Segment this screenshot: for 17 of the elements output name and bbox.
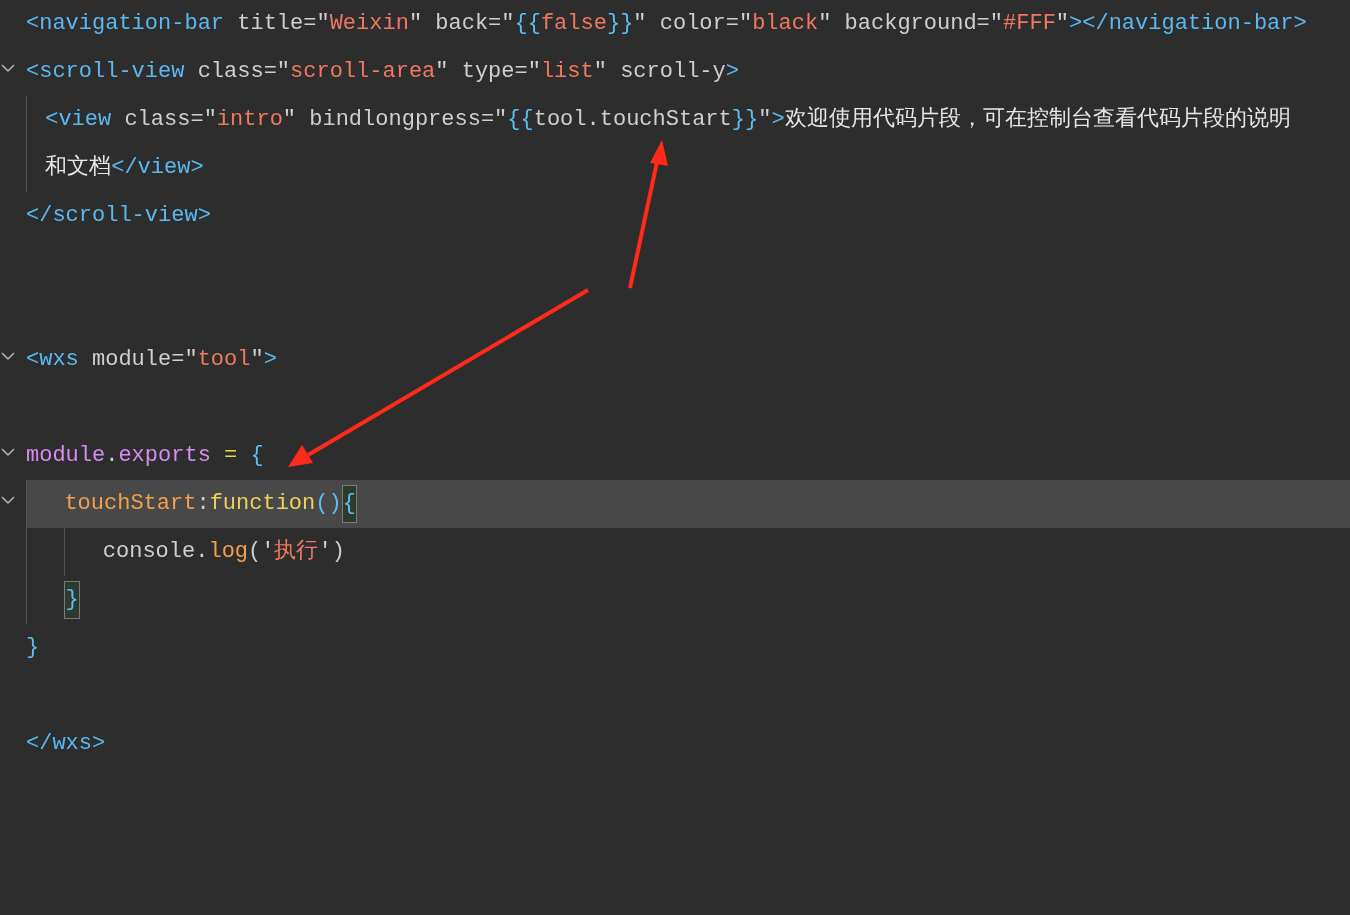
- chevron-down-icon[interactable]: [1, 63, 15, 73]
- matched-bracket: {: [341, 485, 357, 523]
- code-line: module.exports = {: [26, 442, 264, 470]
- matched-bracket: }: [64, 581, 80, 619]
- code-line: <view class="intro" bindlongpress="{{tool.touchStart}}">欢迎使用代码片段，可在控制台查看代码片段的说明: [45, 105, 1291, 134]
- code-line: }: [26, 634, 40, 662]
- code-line: touchStart:function(): [64, 490, 342, 518]
- code-line: <navigation-bar title="Weixin" back="{{false}}" color="black" background="#FFF"></navigation-bar>: [26, 10, 1307, 38]
- code-line: </scroll-view>: [26, 202, 211, 230]
- code-line: <scroll-view class="scroll-area" type="list" scroll-y>: [26, 58, 739, 86]
- chevron-down-icon[interactable]: [1, 351, 15, 361]
- chevron-down-icon[interactable]: [1, 447, 15, 457]
- code-line: </wxs>: [26, 730, 106, 758]
- chevron-down-icon[interactable]: [1, 495, 15, 505]
- code-line: 和文档</view>: [45, 153, 204, 182]
- code-line: console.log('执行'): [102, 538, 345, 566]
- code-line: <wxs module="tool">: [26, 346, 277, 374]
